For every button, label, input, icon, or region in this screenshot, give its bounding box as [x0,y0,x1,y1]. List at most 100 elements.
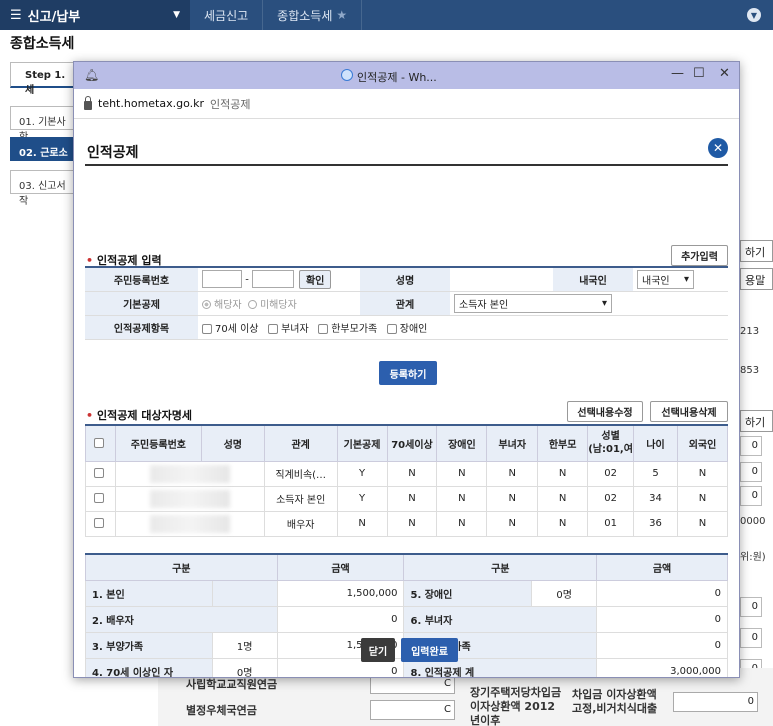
basic-yes-label: 해당자 [214,299,242,311]
input-form: 주민등록번호 - 확인 성명 내국인 내국인 ▾ 기본공제 해당자 미해당자 관… [85,266,728,340]
cell-over70: N [386,460,438,487]
basic-no-radio[interactable] [247,300,257,309]
close-button[interactable]: 닫기 [361,638,395,662]
cell-basic: Y [336,460,388,487]
table-row[interactable]: 직계비속(… Y N N N N 02 5 N [85,460,729,487]
sum-label: 5. 장애인 [403,579,533,607]
foreigner-label: 내국인 [553,267,633,292]
row-checkbox[interactable] [93,493,104,503]
dialog-heading: 인적공제 [87,145,139,161]
bg-label: 차입금 이자상환액 고정,비거치식대출 [572,688,658,715]
register-button[interactable]: 등록하기 [379,361,437,385]
address-bar[interactable]: teht.hometax.go.kr 인적공제 [74,89,739,119]
ssn-back-input[interactable] [251,270,294,289]
single-parent-checkbox[interactable] [318,323,329,334]
bg-cell[interactable]: 0 [740,628,762,648]
row-checkbox[interactable] [93,468,104,478]
sum-col-amount-right: 금액 [596,553,728,581]
woman-checkbox[interactable] [268,323,279,334]
done-button[interactable]: 입력완료 [401,638,458,662]
breadcrumb-tax-filing[interactable]: 세금신고 [190,0,264,30]
col-name: 성명 [200,424,265,462]
page-title: 종합소득세 [10,36,75,52]
bg-cell[interactable]: 0 [740,597,762,617]
sum-count: 1명 [211,631,278,659]
basic-yes-radio[interactable] [202,300,211,309]
ssn-front-input[interactable] [202,270,242,289]
sum-count: 0명 [531,579,598,607]
col-ssn: 주민등록번호 [114,424,202,462]
bg-label: 장기주택저당차입금이자상환액 2012년이후 [470,686,562,726]
bg-label: 별정우체국연금 [186,704,257,717]
bell-icon[interactable]: 🔔︎ [84,68,99,82]
foreigner-select[interactable]: 내국인 ▾ [637,269,694,289]
breadcrumb-income-tax[interactable]: 종합소득세 ★ [263,0,363,30]
select-all-checkbox[interactable] [93,437,104,448]
cell-age: 34 [633,485,678,512]
minimize-icon[interactable]: — [671,66,684,81]
row-checkbox[interactable] [93,518,104,528]
side-step-earned-income[interactable]: 02. 근로소득 [10,137,74,174]
relation-select-value: 소득자 본인 [459,299,509,311]
table-row[interactable]: 배우자 N N N N N 01 36 N [85,510,729,537]
disabled-label: 장애인 [399,323,428,335]
chevron-down-icon[interactable]: ▼ [747,8,761,22]
bg-cell[interactable]: 0 [740,462,762,482]
col-over70: 70세이상 [386,424,438,462]
cell-gender: 02 [587,460,635,487]
sum-amount: 0 [596,631,728,659]
cell-age: 5 [633,460,678,487]
basic-no-label: 미해당자 [259,299,297,311]
close-icon[interactable]: ✕ [719,66,730,81]
dialog-close-icon[interactable]: ✕ [708,138,728,158]
popup-window: 🔔︎ 인적공제 - Wh... — ☐ ✕ teht.hometax.go.kr… [73,61,740,678]
bg-action-button[interactable]: 용말 [740,268,773,290]
breadcrumb-label: 종합소득세 [277,8,333,23]
bg-action-button[interactable]: 하기 [740,410,773,432]
maximize-icon[interactable]: ☐ [693,66,705,81]
table-row[interactable]: 소득자 본인 Y N N N N 02 34 N [85,485,729,512]
bg-cell[interactable]: 0 [740,486,762,506]
main-menu-toggle[interactable]: ☰ 신고/납부 ▼ [0,0,190,30]
sum-amount: 1,500,000 [276,579,405,607]
side-step-return-form[interactable]: 03. 신고서작 [10,170,74,207]
cell-single: N [537,485,589,512]
bg-unit: 위:원) [740,552,766,563]
deduction-items-label: 인적공제항목 [85,315,198,340]
ssn-confirm-button[interactable]: 확인 [299,269,332,289]
bg-input[interactable]: C [370,700,455,720]
edit-selected-button[interactable]: 선택내용수정 [567,401,643,422]
ssn-blurred [114,510,265,537]
bg-action-button[interactable]: 하기 [740,240,773,262]
star-icon[interactable]: ★ [336,8,347,22]
relation-label: 관계 [360,291,450,316]
dropdown-arrow-icon: ▾ [601,297,607,309]
col-basic: 기본공제 [336,424,388,462]
relation-select[interactable]: 소득자 본인 ▾ [454,293,612,313]
window-titlebar[interactable]: 🔔︎ 인적공제 - Wh... — ☐ ✕ [74,62,739,89]
ssn-cell: - 확인 [198,267,360,292]
side-step-basic[interactable]: 01. 기본사항 [10,106,74,143]
bg-value: 853 [740,365,760,376]
sum-total-amount: 3,000,000 [596,657,728,677]
sum-label: 3. 부양가족 [85,631,213,659]
add-input-button[interactable]: 추가입력 [671,245,728,266]
col-disabled: 장애인 [436,424,488,462]
sum-count [211,579,278,607]
sum-col-gubun-left: 구분 [85,553,278,581]
delete-selected-button[interactable]: 선택내용삭제 [650,401,728,422]
disabled-checkbox[interactable] [386,323,397,334]
step-tab[interactable]: Step 1. 세 [10,62,74,96]
sum-label: 1. 본인 [85,579,213,607]
bg-label: 사립학교교직원연금 [186,678,278,691]
bg-cell[interactable]: 0 [740,436,762,456]
bg-input[interactable]: 0 [673,692,758,712]
top-navigation: ☰ 신고/납부 ▼ 세금신고 종합소득세 ★ ▼ [0,0,773,30]
sum-label: 6. 부녀자 [403,605,598,633]
sum-count: 0명 [211,657,278,677]
name-input[interactable] [450,267,553,292]
cell-age: 36 [633,510,678,537]
ssn-label: 주민등록번호 [85,267,198,292]
over70-checkbox[interactable] [202,323,212,334]
sum-col-gubun-right: 구분 [403,553,598,581]
